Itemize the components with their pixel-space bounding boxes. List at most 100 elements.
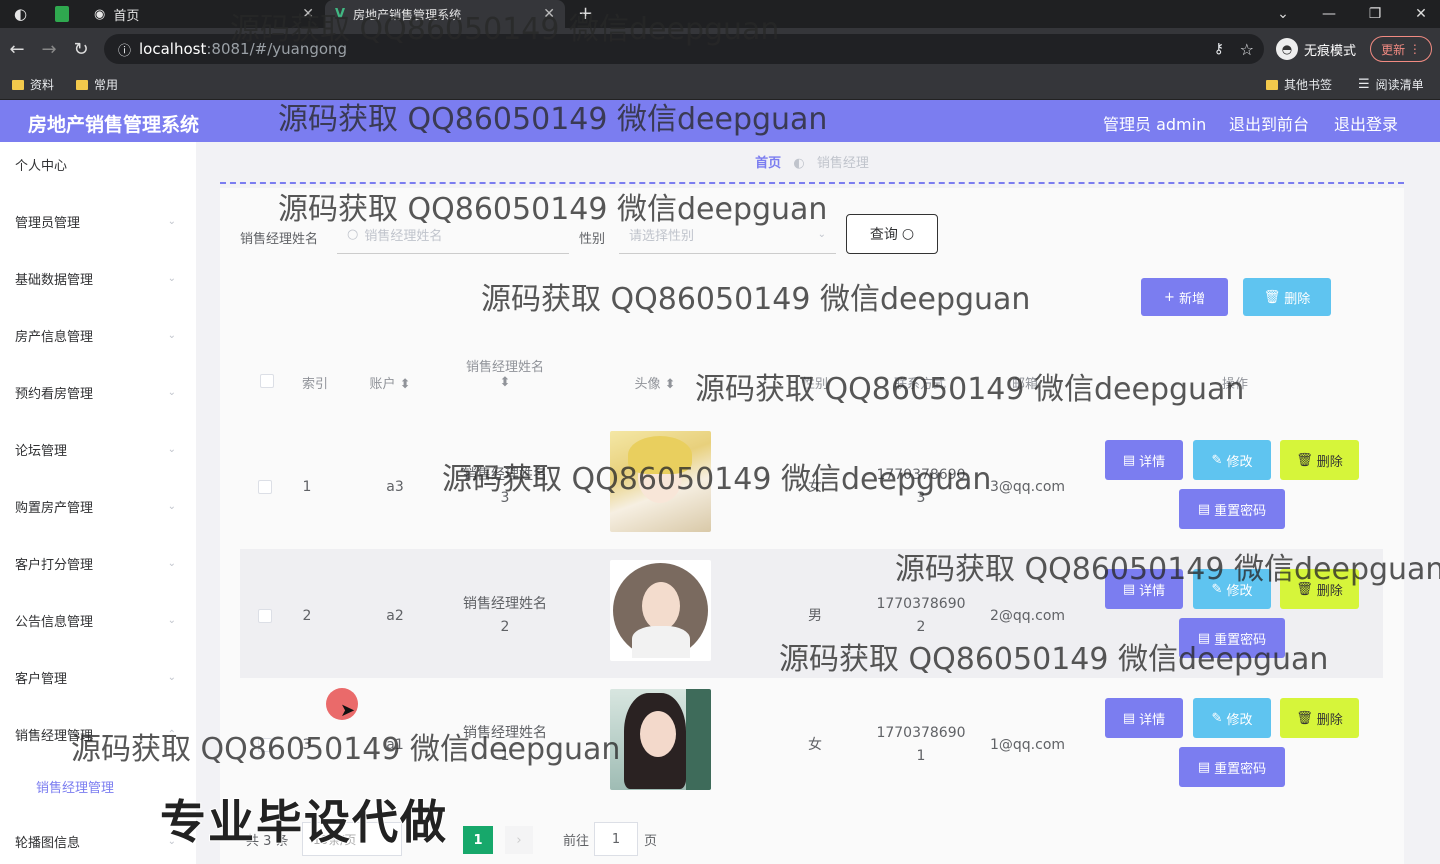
bookmark-folder-changyong[interactable]: 常用 [76, 76, 118, 93]
sidebar-item-label: 购置房产管理 [15, 500, 94, 516]
goto-label: 前往 [563, 834, 590, 849]
bookmark-folder-ziliao[interactable]: 资料 [12, 76, 54, 93]
sidebar: 个人中心 管理员管理 ⌄ 基础数据管理 ⌄ 房产信息管理 ⌄ 预约看房管理 ⌄ 论坛管理… [0, 142, 196, 864]
sidebar-item-customer[interactable]: 客户管理 ⌄ [0, 657, 196, 697]
goto-page-input[interactable]: 1 [594, 822, 638, 856]
edit-label: 修改 [1226, 583, 1253, 599]
batch-delete-button[interactable]: 🗑 删除 [1243, 278, 1331, 316]
reading-list-icon: ☰ [1358, 77, 1370, 92]
cell-name-text: 销售经理姓名 [463, 725, 547, 741]
delete-label: 删除 [1316, 583, 1343, 599]
logout-link[interactable]: 退出登录 [1334, 111, 1398, 135]
sidebar-item-sales-manager[interactable]: 销售经理管理 ⌃ [0, 714, 196, 754]
update-label: 更新 [1381, 42, 1406, 57]
chevron-down-icon: ⌄ [167, 671, 176, 683]
row-checkbox[interactable] [258, 738, 272, 752]
next-page-icon[interactable]: › [505, 826, 533, 854]
edit-button[interactable]: ✎ 修改 [1193, 569, 1271, 609]
cell-email: 2@qq.com [989, 608, 1066, 624]
incognito-label: 无痕模式 [1304, 43, 1357, 59]
reset-password-button[interactable]: ▤ 重置密码 [1179, 618, 1285, 658]
tab-label: 房地产销售管理系统 [353, 7, 462, 22]
query-button[interactable]: 查询 ○ [846, 214, 938, 254]
col-header-phone[interactable]: 联系方式 [880, 373, 960, 392]
close-icon[interactable]: ✕ [543, 6, 555, 22]
new-tab-icon[interactable]: + [578, 3, 593, 24]
detail-label: 详情 [1139, 583, 1166, 599]
url-path: :8081/#/yuangong [206, 40, 348, 58]
sidebar-item-label: 客户打分管理 [15, 557, 94, 573]
row-checkbox[interactable] [258, 609, 272, 623]
sidebar-item-basic-data[interactable]: 基础数据管理 ⌄ [0, 258, 196, 298]
url-field[interactable]: ⓘ localhost:8081/#/yuangong ⚷ ☆ [104, 34, 1264, 64]
tab-home[interactable]: ◉ 首页 ✕ [84, 0, 324, 28]
col-header-account[interactable]: 账户 ⬍ [360, 373, 420, 392]
update-button[interactable]: 更新 ⋮ [1370, 36, 1432, 62]
star-icon[interactable]: ☆ [1240, 40, 1254, 59]
cell-name: 销售经理姓名 1 [450, 722, 560, 768]
sidebar-item-forum[interactable]: 论坛管理 ⌄ [0, 429, 196, 469]
edit-icon: ✎ [1211, 581, 1223, 597]
window-close-icon[interactable]: ✕ [1398, 0, 1440, 28]
delete-button[interactable]: 🗑 删除 [1280, 569, 1359, 609]
search-icon: ○ [347, 227, 359, 242]
bookmark-label: 常用 [94, 78, 119, 92]
sidebar-item-profile[interactable]: 个人中心 [0, 144, 196, 184]
detail-button[interactable]: ▤ 详情 [1105, 698, 1183, 738]
close-icon[interactable]: ✕ [302, 6, 314, 22]
edit-label: 修改 [1226, 712, 1253, 728]
doc-icon: ▤ [1122, 710, 1136, 726]
delete-button[interactable]: 🗑 删除 [1280, 440, 1359, 480]
reset-password-button[interactable]: ▤ 重置密码 [1179, 747, 1285, 787]
doc-icon: ▤ [1197, 630, 1211, 646]
restore-icon[interactable]: ❐ [1352, 0, 1398, 28]
cell-email: 1@qq.com [989, 737, 1066, 753]
edit-button[interactable]: ✎ 修改 [1193, 698, 1271, 738]
sidebar-item-notice[interactable]: 公告信息管理 ⌄ [0, 600, 196, 640]
page-number-current[interactable]: 1 [463, 826, 493, 854]
col-header-gender[interactable]: 性别 [785, 373, 845, 392]
gender-select[interactable]: 请选择性别 ⌄ [619, 216, 836, 254]
sheet-app-icon[interactable] [55, 6, 69, 22]
reading-list[interactable]: ☰ 阅读清单 [1358, 76, 1424, 93]
divider [220, 182, 1404, 184]
select-all-checkbox[interactable] [260, 374, 274, 388]
name-search-input[interactable]: ○ 销售经理姓名 [337, 216, 569, 254]
tab-search-icon[interactable]: ⌄ [1260, 0, 1306, 28]
col-header-index: 索引 [301, 377, 328, 392]
col-header-name[interactable]: 销售经理姓名 ⬍ [450, 356, 560, 390]
add-button[interactable]: + 新增 [1141, 278, 1228, 316]
breadcrumb-home[interactable]: 首页 [755, 156, 781, 171]
cell-phone: 1770378690 2 [876, 593, 966, 639]
cell-name-num: 2 [500, 619, 510, 635]
forward-icon[interactable]: → [36, 36, 62, 62]
tab-app[interactable]: V 房地产销售管理系统 ✕ [325, 0, 565, 28]
bookmark-label: 阅读清单 [1375, 78, 1424, 92]
col-header-avatar[interactable]: 头像 ⬍ [620, 373, 690, 392]
sidebar-item-appointment[interactable]: 预约看房管理 ⌄ [0, 372, 196, 412]
sidebar-item-admin[interactable]: 管理员管理 ⌄ [0, 201, 196, 241]
cell-phone-text: 1770378690 [876, 725, 966, 741]
delete-button[interactable]: 🗑 删除 [1280, 698, 1359, 738]
back-icon[interactable]: ← [4, 36, 30, 62]
reload-icon[interactable]: ↻ [68, 36, 94, 62]
detail-button[interactable]: ▤ 详情 [1105, 569, 1183, 609]
browser-icon[interactable]: ◐ [14, 5, 27, 23]
sidebar-item-rating[interactable]: 客户打分管理 ⌄ [0, 543, 196, 583]
minimize-icon[interactable]: — [1306, 0, 1352, 28]
browser-tab-bar: ◐ ◉ 首页 ✕ V 房地产销售管理系统 ✕ + ⌄ — ❐ ✕ [0, 0, 1440, 28]
col-header-email[interactable]: 邮箱 [990, 373, 1060, 392]
cell-index: 3 [302, 737, 312, 753]
bookmark-other[interactable]: 其他书签 [1266, 76, 1332, 93]
reset-password-button[interactable]: ▤ 重置密码 [1179, 489, 1285, 529]
to-front-link[interactable]: 退出到前台 [1229, 111, 1309, 135]
chevron-down-icon: ⌄ [817, 229, 826, 240]
detail-button[interactable]: ▤ 详情 [1105, 440, 1183, 480]
key-icon[interactable]: ⚷ [1214, 41, 1224, 57]
incognito-indicator[interactable]: ◓ 无痕模式 [1276, 36, 1356, 62]
edit-button[interactable]: ✎ 修改 [1193, 440, 1271, 480]
chevron-down-icon: ⌄ [167, 500, 176, 512]
row-checkbox[interactable] [258, 480, 272, 494]
sidebar-item-property[interactable]: 房产信息管理 ⌄ [0, 315, 196, 355]
sidebar-item-purchase[interactable]: 购置房产管理 ⌄ [0, 486, 196, 526]
